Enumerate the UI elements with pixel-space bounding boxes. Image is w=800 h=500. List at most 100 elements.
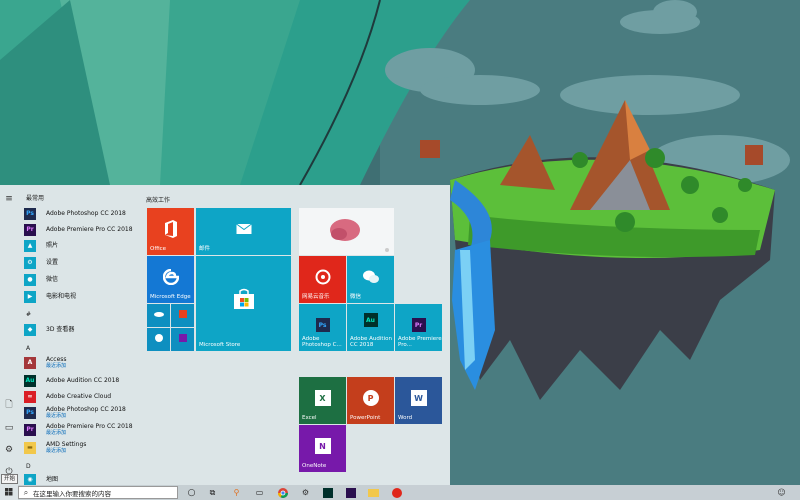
app-item-photoshop-a[interactable]: Ps Adobe Photoshop CC 2018 最近添加 [24, 405, 140, 420]
search-icon: ⌕ [23, 487, 29, 497]
excel-icon: X [314, 390, 331, 407]
tile-store[interactable]: Microsoft Store [196, 256, 291, 351]
app-item-amd-settings[interactable]: ▬ AMD Settings 最近添加 [24, 440, 140, 455]
monitor-icon[interactable]: ▭ [254, 487, 265, 498]
app-item-audition[interactable]: Au Adobe Audition CC 2018 [24, 373, 140, 388]
section-header-hash[interactable]: # [26, 311, 31, 318]
tiles-group-header[interactable]: 高效工作 [146, 195, 170, 204]
app-label: Adobe Audition CC 2018 [46, 377, 120, 384]
section-header-recent: 最常用 [26, 195, 45, 202]
search-app-icon[interactable]: ⚲ [231, 487, 242, 498]
start-menu: ≡ 🗋 ▭ ⚙ ⏻ 最常用 Ps Adobe Photoshop CC 2018… [0, 185, 450, 485]
app-label: 3D 查看器 [46, 326, 75, 333]
app-item-photoshop[interactable]: Ps Adobe Photoshop CC 2018 [24, 206, 140, 221]
tile-onenote[interactable]: N OneNote [299, 425, 346, 472]
app-label: 照片 [46, 242, 59, 249]
tile-label: Microsoft Edge [150, 294, 191, 300]
tile-edge[interactable]: Microsoft Edge [147, 256, 194, 303]
taskbar: ⌕ 在这里输入你要搜索的内容 ○ ⧉ ⚲ ▭ ⚙ ☺ [0, 485, 800, 500]
app-label: 微信 [46, 276, 59, 283]
folder-taskbar-icon[interactable] [368, 487, 379, 498]
tile-label: Office [150, 246, 167, 252]
tile-label: 网易云音乐 [302, 294, 330, 300]
app-label: AMD Settings [46, 440, 87, 448]
start-rail: ≡ 🗋 ▭ ⚙ ⏻ [0, 185, 18, 485]
tile-label: OneNote [302, 463, 327, 469]
app-label: Adobe Creative Cloud [46, 393, 112, 400]
app-item-wechat[interactable]: ● 微信 [24, 272, 140, 287]
windows-logo-icon [5, 488, 13, 496]
edge-icon [162, 269, 179, 286]
netease-music-icon [315, 269, 331, 285]
onenote-icon: N [314, 438, 331, 455]
start-tooltip: 开始 [1, 474, 19, 484]
store-bag-icon [233, 288, 255, 310]
people-icon[interactable]: ☺ [776, 487, 787, 498]
pictures-icon[interactable]: ▭ [3, 422, 15, 434]
tile-office-small[interactable] [171, 304, 194, 327]
wechat-icon: ● [24, 273, 36, 286]
tile-netease-music[interactable]: 网易云音乐 [299, 256, 346, 303]
start-button[interactable] [0, 485, 18, 500]
photoshop-icon: Ps [24, 406, 36, 419]
premiere-taskbar-icon[interactable] [345, 487, 356, 498]
tile-premiere[interactable]: Pr Adobe Premiere Pro... [395, 304, 442, 351]
3d-viewer-icon: ◆ [24, 323, 36, 336]
app-label: Adobe Photoshop CC 2018 [46, 405, 126, 413]
recently-added-label: 最近添加 [46, 429, 67, 436]
tile-photos-live[interactable] [299, 208, 394, 255]
mail-icon [235, 223, 252, 235]
task-view-icon[interactable]: ⧉ [207, 487, 218, 498]
tile-audition[interactable]: Au Adobe Audition CC 2018 [347, 304, 394, 351]
tile-label: Adobe Audition CC 2018 [350, 336, 392, 348]
tile-label: 邮件 [199, 246, 211, 252]
chrome-icon[interactable] [277, 487, 288, 498]
app-item-creative-cloud[interactable]: ∞ Adobe Creative Cloud [24, 389, 140, 404]
app-item-movies[interactable]: ▶ 电影和电视 [24, 289, 140, 304]
maps-icon: ◉ [24, 473, 36, 485]
cloud-icon [153, 311, 164, 318]
app-item-settings[interactable]: ⚙ 设置 [24, 255, 140, 270]
audition-icon: Au [24, 374, 36, 387]
tile-photoshop[interactable]: Ps Adobe Photoshop C... [299, 304, 346, 351]
premiere-icon: Pr [411, 318, 426, 333]
app-label: Adobe Premiere Pro CC 2018 [46, 422, 133, 430]
settings-gear-icon[interactable]: ⚙ [3, 444, 15, 456]
settings-gear-taskbar-icon[interactable]: ⚙ [300, 487, 311, 498]
tile-powerpoint[interactable]: P PowerPoint [347, 377, 394, 424]
app-item-3d-viewer[interactable]: ◆ 3D 查看器 [24, 322, 140, 337]
tile-word[interactable]: W Word [395, 377, 442, 424]
cortana-icon[interactable]: ○ [186, 487, 197, 498]
app-item-maps[interactable]: ◉ 地图 [24, 472, 140, 485]
photoshop-icon: Ps [315, 318, 330, 333]
taskbar-search-box[interactable]: ⌕ 在这里输入你要搜索的内容 [18, 486, 178, 499]
hamburger-menu-icon[interactable]: ≡ [3, 193, 15, 205]
documents-icon[interactable]: 🗋 [3, 399, 15, 411]
skype-icon [154, 334, 163, 343]
app-item-premiere[interactable]: Pr Adobe Premiere Pro CC 2018 [24, 222, 140, 237]
tile-label: PowerPoint [350, 415, 381, 421]
tile-wechat[interactable]: 微信 [347, 256, 394, 303]
app-label: 设置 [46, 259, 59, 266]
tile-label: Excel [302, 415, 317, 421]
tile-label: 微信 [350, 294, 362, 300]
app-label: 地图 [46, 476, 59, 483]
app-item-access[interactable]: A Access 最近添加 [24, 355, 140, 370]
tile-excel[interactable]: X Excel [299, 377, 346, 424]
tile-mail[interactable]: 邮件 [196, 208, 291, 255]
tile-onenote-small[interactable] [171, 328, 194, 351]
onenote-small-icon [178, 334, 187, 343]
tile-skype-small[interactable] [147, 328, 170, 351]
app-item-photos[interactable]: ▲ 照片 [24, 238, 140, 253]
section-header-a[interactable]: A [26, 345, 30, 352]
netease-taskbar-icon[interactable] [391, 487, 402, 498]
tile-office[interactable]: Office [147, 208, 194, 255]
office-icon [163, 220, 179, 239]
recently-added-label: 最近添加 [46, 412, 67, 419]
audition-icon: Au [363, 313, 378, 328]
audition-taskbar-icon[interactable] [322, 487, 333, 498]
tile-onedrive-small[interactable] [147, 304, 170, 327]
app-item-premiere-a[interactable]: Pr Adobe Premiere Pro CC 2018 最近添加 [24, 422, 140, 437]
powerpoint-icon: P [362, 390, 379, 407]
section-header-d[interactable]: D [26, 463, 31, 470]
